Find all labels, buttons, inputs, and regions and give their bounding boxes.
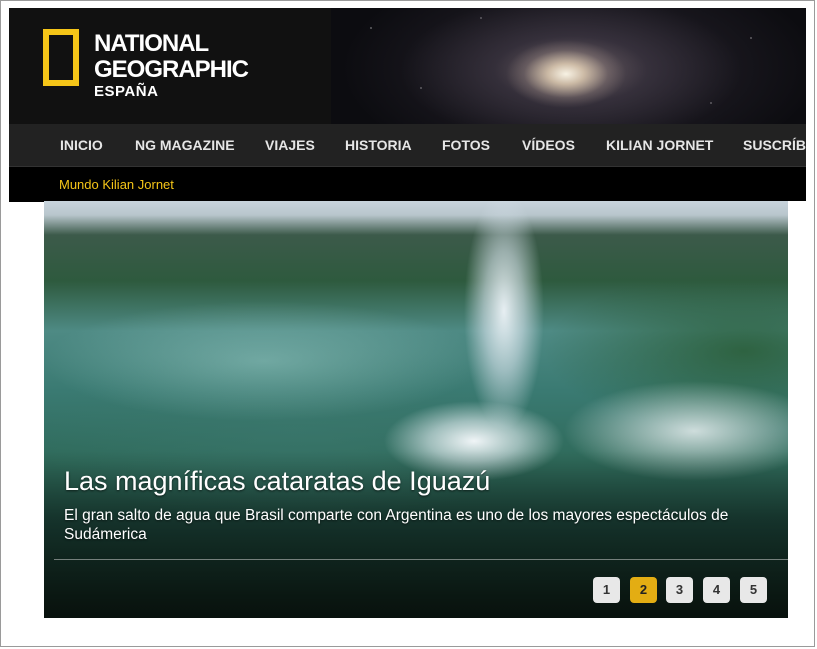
pager-button-1[interactable]: 1 [593,577,620,603]
nav-item-fotos[interactable]: FOTOS [442,124,490,166]
logo-line-2: GEOGRAPHIC [94,56,249,83]
logo-line-1: NATIONAL [94,30,209,57]
subnav-link-mundo-kilian-jornet[interactable]: Mundo Kilian Jornet [59,167,174,202]
hero-divider [54,559,788,560]
pager-button-5[interactable]: 5 [740,577,767,603]
main-nav: INICIO NG MAGAZINE VIAJES HISTORIA FOTOS… [9,124,806,166]
header-galaxy-image [331,8,806,124]
nav-item-videos[interactable]: VÍDEOS [522,124,575,166]
hero-title[interactable]: Las magníficas cataratas de Iguazú [64,466,490,497]
hero-description: El gran salto de agua que Brasil compart… [64,507,729,543]
yellow-border-icon [43,29,79,86]
nav-item-kilian-jornet[interactable]: KILIAN JORNET [606,124,713,166]
header: NATIONAL GEOGRAPHIC ESPAÑA [9,8,806,124]
sub-nav: Mundo Kilian Jornet [9,166,806,202]
nav-item-inicio[interactable]: INICIO [60,124,103,166]
pager-button-2[interactable]: 2 [630,577,657,603]
nav-item-suscribete[interactable]: SUSCRÍB [743,124,806,166]
page-right-margin [788,201,806,618]
nav-item-viajes[interactable]: VIAJES [265,124,315,166]
logo-line-3: ESPAÑA [94,83,159,100]
site: NATIONAL GEOGRAPHIC ESPAÑA INICIO NG MAG… [9,8,806,618]
logo-text: NATIONAL GEOGRAPHIC ESPAÑA [94,30,249,101]
nav-item-ng-magazine[interactable]: NG MAGAZINE [135,124,235,166]
pager-button-3[interactable]: 3 [666,577,693,603]
nav-item-historia[interactable]: HISTORIA [345,124,412,166]
screenshot-frame: NATIONAL GEOGRAPHIC ESPAÑA INICIO NG MAG… [0,0,815,647]
hero-slider[interactable]: Las magníficas cataratas de Iguazú El gr… [44,201,788,618]
pager-button-4[interactable]: 4 [703,577,730,603]
